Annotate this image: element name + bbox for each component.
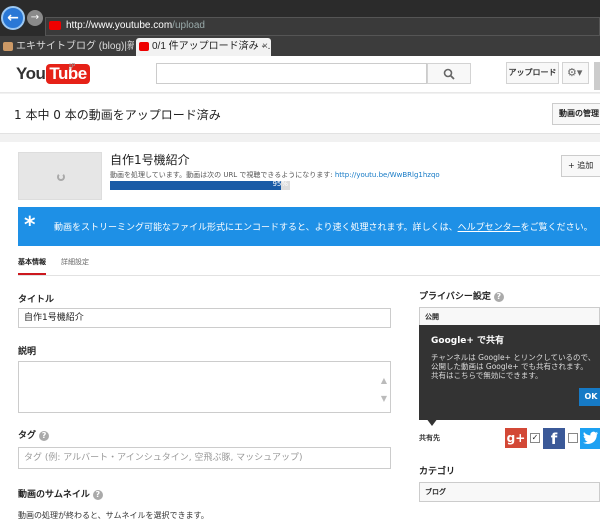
progress-fill [110, 181, 281, 190]
video-url-link[interactable]: http://youtu.be/WwBRlg1hzqo [335, 171, 440, 179]
forward-arrow-icon[interactable]: → [27, 10, 43, 26]
category-select[interactable]: ブログ [419, 482, 600, 502]
video-thumbnail [18, 152, 102, 200]
browser-address-bar: ← → http://www.youtube.com/upload [0, 0, 600, 36]
url-text: http://www.youtube.com/upload [66, 20, 205, 31]
video-manager-button[interactable]: 動画の管理 [552, 103, 600, 125]
twitter-bird-icon [583, 431, 598, 444]
notice-text: 動画をストリーミング可能なファイル形式にエンコードすると、より速く処理されます。… [54, 223, 593, 233]
search-input[interactable] [156, 63, 427, 84]
form-tabs: 基本情報 詳細設定 [18, 255, 600, 276]
category-label: カテゴリ [419, 467, 456, 477]
browser-tab-youtube-upload[interactable]: 0/1 件アップロード済み - ... × [136, 38, 271, 56]
facebook-checkbox[interactable] [568, 433, 578, 443]
ok-button[interactable]: OK [579, 388, 600, 406]
privacy-label: プライバシー設定? [419, 289, 504, 302]
video-title: 自作1号機紹介 [110, 153, 190, 167]
processing-message: 動画を処理しています。動画は次の URL で視聴できるようになります: http… [110, 171, 440, 179]
browser-tab-excite[interactable]: エキサイトブログ (blog)|新... [0, 38, 134, 56]
upload-panel: 自作1号機紹介 動画を処理しています。動画は次の URL で視聴できるようになり… [0, 142, 600, 528]
twitter-icon[interactable] [580, 428, 600, 449]
url-field[interactable]: http://www.youtube.com/upload [45, 17, 600, 36]
search-button[interactable] [427, 63, 471, 84]
upload-progress-bar: 95% [110, 180, 290, 190]
popup-title: Google+ で共有 [431, 336, 505, 346]
popup-pointer [426, 418, 438, 426]
tags-input[interactable]: タグ (例: アルバート・アインシュタイン, 空飛ぶ豚, マッシュアップ) [18, 447, 391, 469]
title-label: タイトル [18, 295, 55, 305]
privacy-select[interactable]: 公開 [419, 307, 600, 327]
tab-advanced-settings[interactable]: 詳細設定 [61, 257, 89, 267]
thumbnail-label: 動画のサムネイル? [18, 487, 103, 500]
description-label: 説明 [18, 347, 37, 357]
loading-spinner-icon [57, 173, 65, 181]
google-plus-icon[interactable]: g+ [505, 428, 527, 448]
popup-body: チャンネルは Google+ とリンクしているので、 公開した動画は Googl… [431, 353, 596, 380]
upload-status-bar: 1 本中 0 本の動画をアップロード済み 動画の管理 [0, 94, 600, 134]
help-center-link[interactable]: ヘルプセンター [458, 223, 521, 233]
facebook-icon[interactable]: f [543, 428, 565, 449]
upload-summary: 1 本中 0 本の動画をアップロード済み [14, 108, 221, 122]
close-icon[interactable]: × [262, 38, 268, 55]
back-arrow-icon[interactable]: ← [1, 6, 25, 30]
youtube-favicon-icon [49, 21, 61, 30]
youtube-favicon-icon [139, 42, 149, 51]
title-input[interactable]: 自作1号機紹介 [18, 308, 391, 328]
share-to-label: 共有先 [419, 434, 440, 442]
help-icon[interactable]: ? [39, 431, 50, 441]
help-icon[interactable]: ? [92, 490, 103, 500]
google-plus-share-popup: Google+ で共有 チャンネルは Google+ とリンクしているので、 公… [419, 325, 600, 420]
logo-region: JP [69, 62, 76, 70]
textarea-scroll-icon[interactable]: ▲ ▼ [381, 372, 387, 408]
help-icon[interactable]: ? [493, 292, 504, 302]
excite-favicon-icon [3, 42, 13, 51]
youtube-logo[interactable]: You Tube [16, 64, 90, 84]
search-icon [443, 68, 455, 80]
description-textarea[interactable]: ▲ ▼ [18, 361, 391, 413]
browser-tab-strip: エキサイトブログ (blog)|新... 0/1 件アップロード済み - ...… [0, 36, 600, 56]
add-more-button[interactable]: + 追加 [561, 155, 600, 177]
tags-label: タグ? [18, 428, 50, 441]
tab-basic-info[interactable]: 基本情報 [18, 257, 46, 275]
progress-percent: 95% [272, 180, 288, 188]
thumbnail-description: 動画の処理が終わると、サムネイルを選択できます。 [18, 511, 209, 520]
youtube-header: You Tube JP アップロード ⚙▾ [0, 56, 600, 93]
star-icon: * [24, 213, 36, 238]
upload-button[interactable]: アップロード [506, 62, 559, 84]
encoding-notice: * 動画をストリーミング可能なファイル形式にエンコードすると、より速く処理されま… [18, 207, 600, 246]
gear-icon[interactable]: ⚙▾ [562, 62, 589, 84]
scrollbar[interactable] [594, 62, 600, 90]
google-plus-checkbox[interactable]: ✓ [530, 433, 540, 443]
